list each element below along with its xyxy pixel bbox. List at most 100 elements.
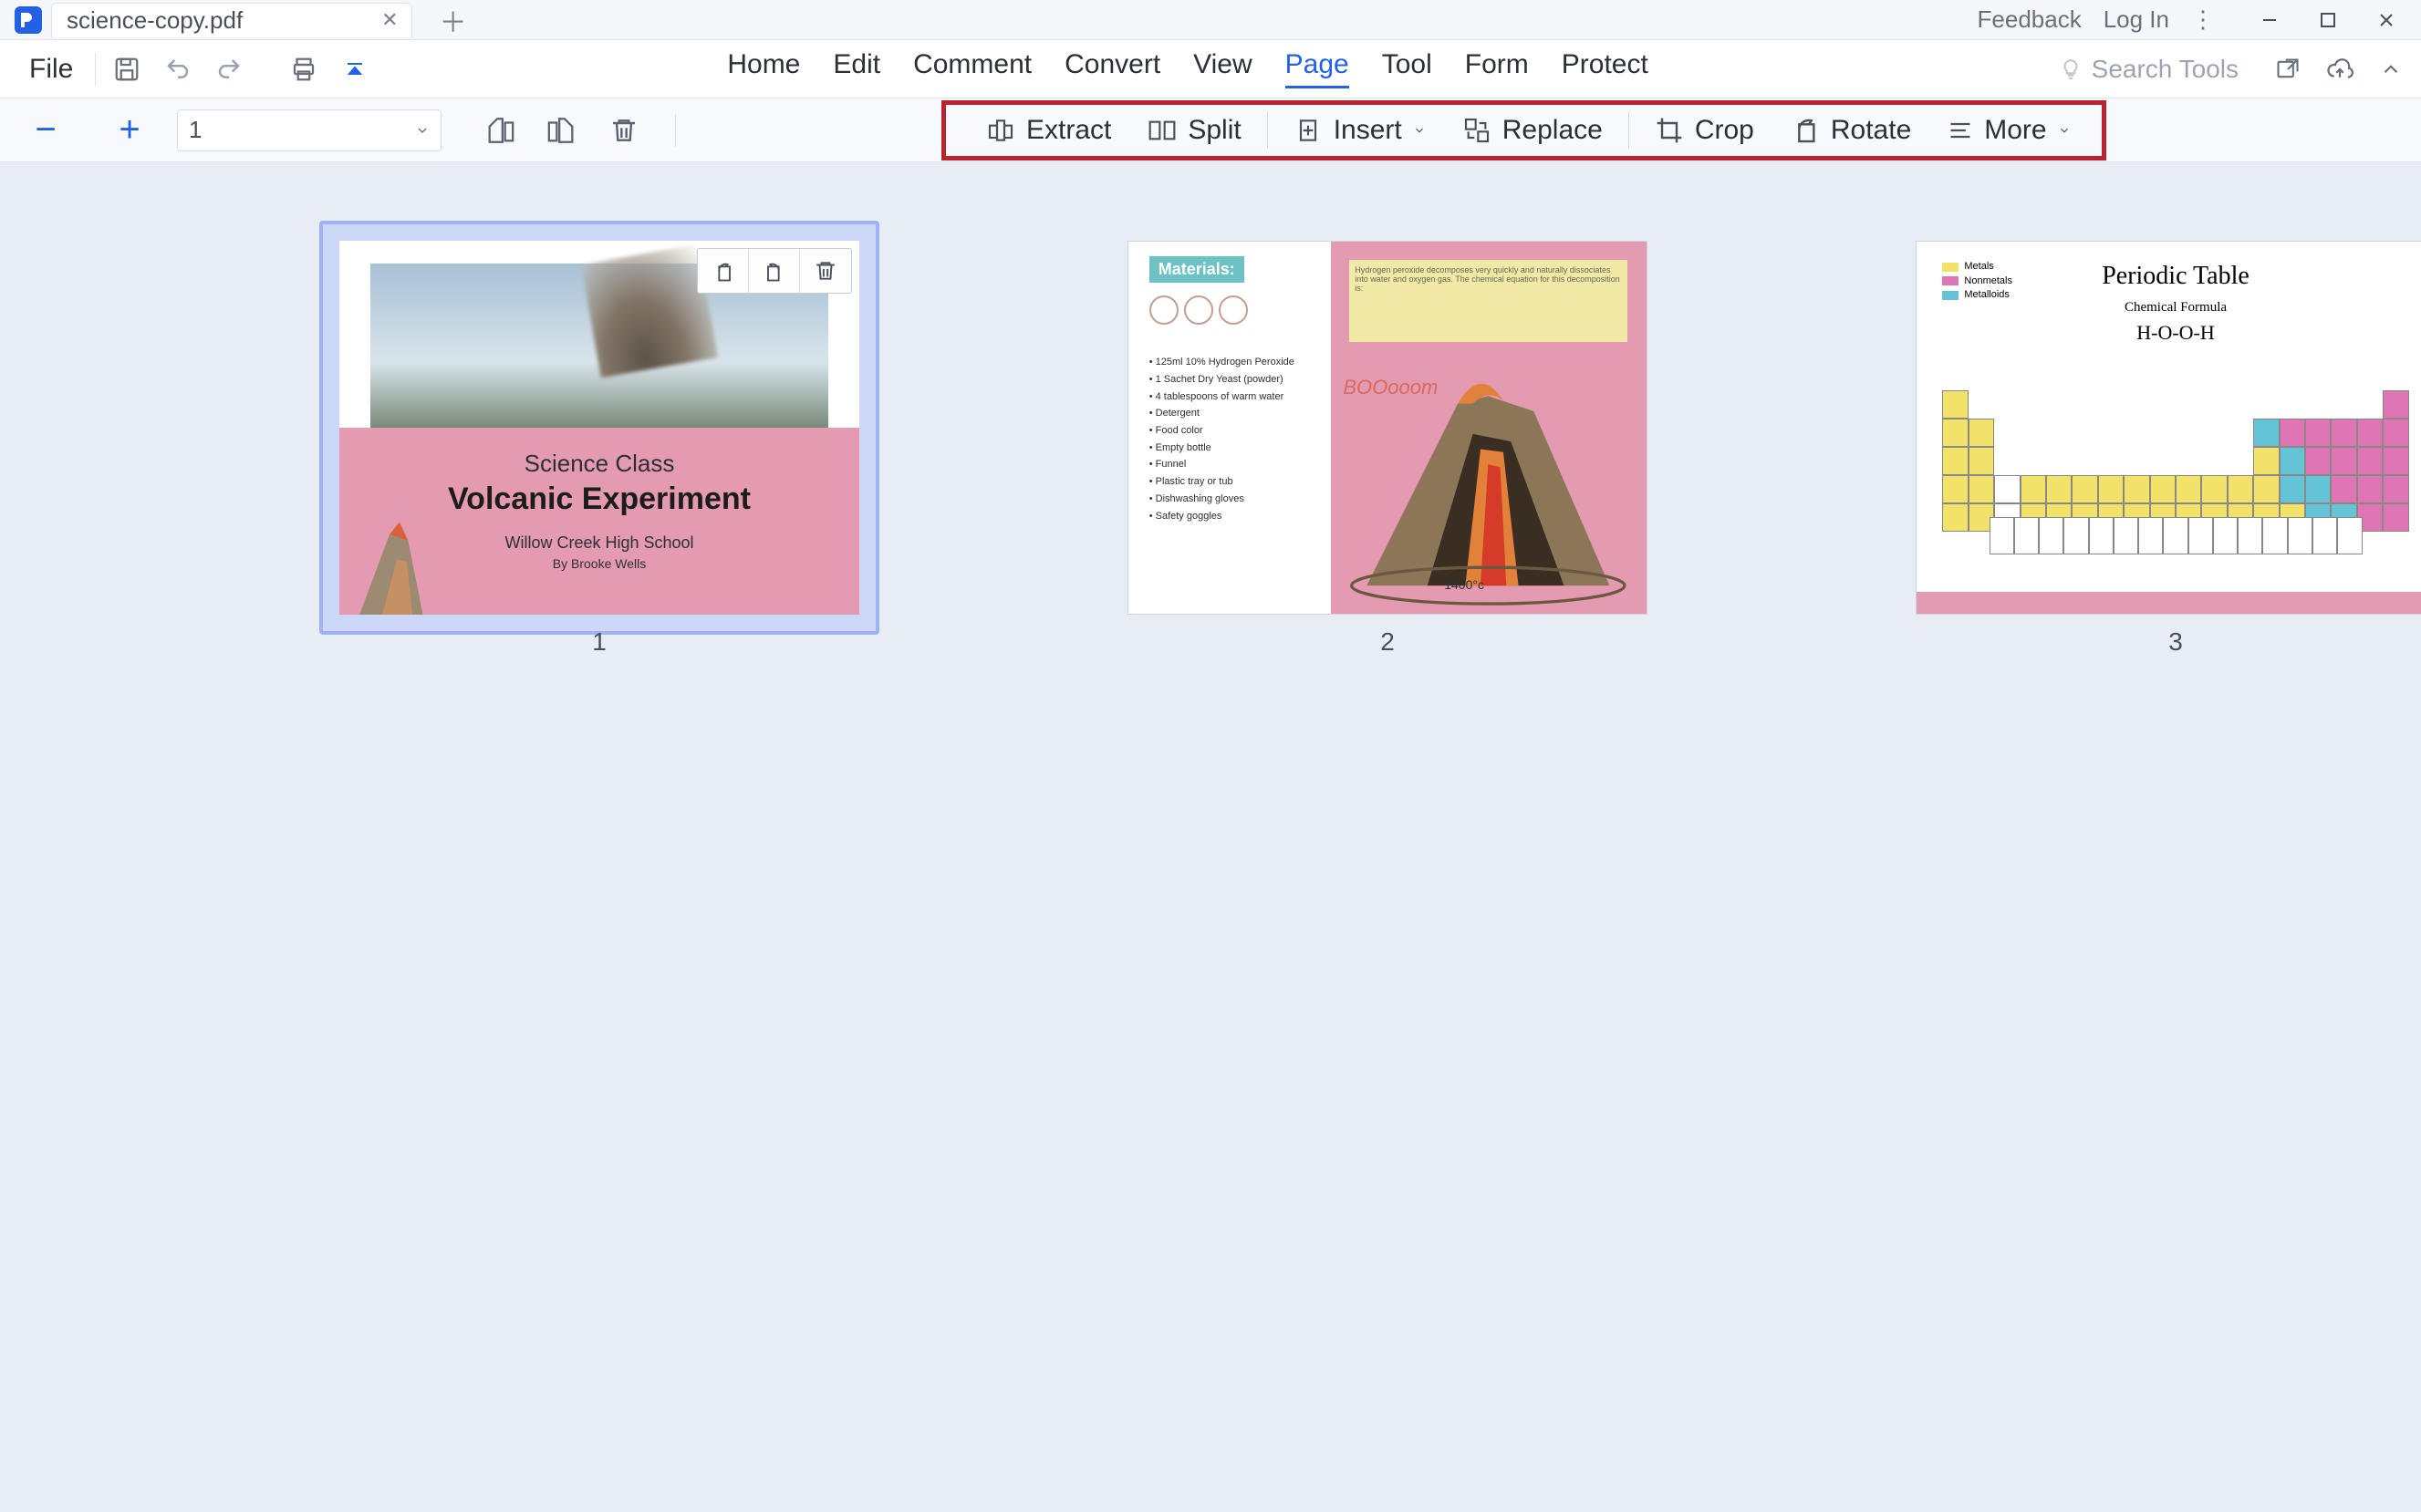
menu-protect[interactable]: Protect bbox=[1562, 49, 1648, 88]
search-tools[interactable]: Search Tools bbox=[2059, 55, 2239, 84]
extract-icon bbox=[986, 116, 1015, 145]
periodic-formula: H-O-O-H bbox=[1933, 321, 2418, 345]
more-button[interactable]: More bbox=[1929, 115, 2088, 146]
volcano-graphic bbox=[339, 510, 495, 615]
chevron-down-icon bbox=[1413, 124, 1426, 137]
page1-author: By Brooke Wells bbox=[553, 556, 646, 571]
menu-comment[interactable]: Comment bbox=[913, 49, 1032, 88]
menubar: File Home Edit Comment Convert View Page… bbox=[0, 40, 2421, 98]
insert-page-before-icon[interactable] bbox=[474, 109, 525, 152]
menu-home[interactable]: Home bbox=[727, 49, 800, 88]
page-number-input[interactable]: 1 bbox=[177, 109, 442, 151]
zoom-out-button[interactable]: − bbox=[26, 110, 66, 150]
split-icon bbox=[1148, 116, 1177, 145]
list-item: • Detergent bbox=[1149, 405, 1315, 422]
menu-tool[interactable]: Tool bbox=[1382, 49, 1432, 88]
tab-title: science-copy.pdf bbox=[67, 6, 243, 35]
minimize-button[interactable] bbox=[2250, 5, 2290, 36]
page-thumbnail-3[interactable]: Metals Nonmetals Metalloids Periodic Tab… bbox=[1916, 241, 2421, 615]
replace-button[interactable]: Replace bbox=[1444, 115, 1621, 146]
document-tab[interactable]: science-copy.pdf ✕ bbox=[51, 3, 412, 37]
extract-button[interactable]: Extract bbox=[968, 115, 1129, 146]
kebab-menu-icon[interactable]: ⋮ bbox=[2191, 5, 2215, 34]
page3-footer bbox=[1917, 592, 2421, 614]
note-box: Hydrogen peroxide decomposes very quickl… bbox=[1349, 260, 1627, 342]
close-window-button[interactable] bbox=[2366, 5, 2406, 36]
list-item: • Dishwashing gloves bbox=[1149, 491, 1315, 508]
zoom-in-button[interactable]: + bbox=[109, 110, 150, 150]
page-toolbar: − + 1 Extract Split Insert Replace Crop bbox=[0, 98, 2421, 162]
page1-school: Willow Creek High School bbox=[504, 533, 693, 553]
lightbulb-icon bbox=[2059, 57, 2083, 81]
login-link[interactable]: Log In bbox=[2104, 5, 2169, 34]
list-item: • Safety goggles bbox=[1149, 508, 1315, 525]
search-placeholder: Search Tools bbox=[2092, 55, 2239, 84]
delete-page-icon[interactable] bbox=[598, 109, 649, 152]
insert-page-after-icon[interactable] bbox=[536, 109, 587, 152]
insert-button[interactable]: Insert bbox=[1275, 115, 1444, 146]
legend: Metals Nonmetals Metalloids bbox=[1942, 260, 2012, 302]
menu-convert[interactable]: Convert bbox=[1065, 49, 1160, 88]
collapse-ribbon-icon[interactable] bbox=[2379, 57, 2403, 81]
chevron-down-icon bbox=[415, 123, 430, 138]
periodic-grid bbox=[1942, 390, 2408, 532]
replace-icon bbox=[1462, 116, 1491, 145]
page-number-1: 1 bbox=[592, 627, 607, 657]
new-tab-button[interactable]: ＋ bbox=[429, 0, 478, 40]
menu-view[interactable]: View bbox=[1193, 49, 1252, 88]
list-item: • Funnel bbox=[1149, 456, 1315, 473]
undo-icon[interactable] bbox=[156, 47, 200, 91]
insert-label: Insert bbox=[1334, 115, 1402, 146]
temperature-label: 1400°c bbox=[1444, 577, 1484, 592]
crop-button[interactable]: Crop bbox=[1637, 115, 1772, 146]
delete-icon[interactable] bbox=[800, 249, 851, 293]
cloud-upload-icon[interactable] bbox=[2326, 56, 2353, 83]
crop-icon bbox=[1655, 116, 1684, 145]
materials-label: Materials: bbox=[1149, 256, 1244, 283]
rotate-left-icon[interactable] bbox=[698, 249, 749, 293]
extract-label: Extract bbox=[1026, 115, 1111, 146]
page-thumbnail-1[interactable]: Science Class Volcanic Experiment Willow… bbox=[339, 241, 859, 615]
page-thumbnail-2-card: Materials: • 125ml 10% Hydrogen Peroxide… bbox=[1127, 241, 1647, 657]
list-item: • Plastic tray or tub bbox=[1149, 473, 1315, 491]
page-number-2: 2 bbox=[1380, 627, 1395, 657]
main-menu: Home Edit Comment Convert View Page Tool… bbox=[727, 49, 1647, 88]
thumbnail-actions bbox=[697, 248, 852, 294]
feedback-link[interactable]: Feedback bbox=[1978, 5, 2082, 34]
list-item: • Food color bbox=[1149, 422, 1315, 440]
rotate-button[interactable]: Rotate bbox=[1772, 115, 1929, 146]
open-external-icon[interactable] bbox=[2275, 57, 2301, 82]
volcano-panel: Hydrogen peroxide decomposes very quickl… bbox=[1331, 242, 1647, 614]
replace-label: Replace bbox=[1502, 115, 1603, 146]
lanthanide-row bbox=[1990, 517, 2363, 554]
page-thumbnail-3-card: Metals Nonmetals Metalloids Periodic Tab… bbox=[1916, 241, 2421, 657]
quick-access-dropdown-icon[interactable] bbox=[333, 47, 377, 91]
divider bbox=[1628, 112, 1629, 149]
insert-icon bbox=[1294, 116, 1323, 145]
maximize-button[interactable] bbox=[2308, 5, 2348, 36]
menu-edit[interactable]: Edit bbox=[833, 49, 880, 88]
split-button[interactable]: Split bbox=[1129, 115, 1259, 146]
page-thumbnail-2[interactable]: Materials: • 125ml 10% Hydrogen Peroxide… bbox=[1127, 241, 1647, 615]
page1-subtitle: Science Class bbox=[525, 450, 675, 478]
list-item: • 1 Sachet Dry Yeast (powder) bbox=[1149, 371, 1315, 388]
print-icon[interactable] bbox=[282, 47, 326, 91]
page-thumbnail-1-card: Science Class Volcanic Experiment Willow… bbox=[339, 241, 859, 657]
chevron-down-icon bbox=[2058, 124, 2071, 137]
rotate-icon bbox=[1791, 116, 1820, 145]
close-tab-icon[interactable]: ✕ bbox=[381, 8, 398, 32]
list-item: • 125ml 10% Hydrogen Peroxide bbox=[1149, 354, 1315, 371]
save-icon[interactable] bbox=[105, 47, 149, 91]
titlebar: science-copy.pdf ✕ ＋ Feedback Log In ⋮ bbox=[0, 0, 2421, 40]
redo-icon[interactable] bbox=[207, 47, 251, 91]
highlighted-tools-box: Extract Split Insert Replace Crop Rotate… bbox=[941, 100, 2106, 161]
file-menu[interactable]: File bbox=[13, 54, 89, 85]
divider bbox=[675, 114, 676, 147]
pages-grid: Science Class Volcanic Experiment Willow… bbox=[0, 162, 2421, 657]
materials-list: • 125ml 10% Hydrogen Peroxide• 1 Sachet … bbox=[1149, 354, 1315, 524]
list-item: • Empty bottle bbox=[1149, 440, 1315, 457]
menu-page[interactable]: Page bbox=[1285, 49, 1349, 88]
menu-form[interactable]: Form bbox=[1465, 49, 1529, 88]
list-item: • 4 tablespoons of warm water bbox=[1149, 388, 1315, 406]
rotate-right-icon[interactable] bbox=[749, 249, 800, 293]
